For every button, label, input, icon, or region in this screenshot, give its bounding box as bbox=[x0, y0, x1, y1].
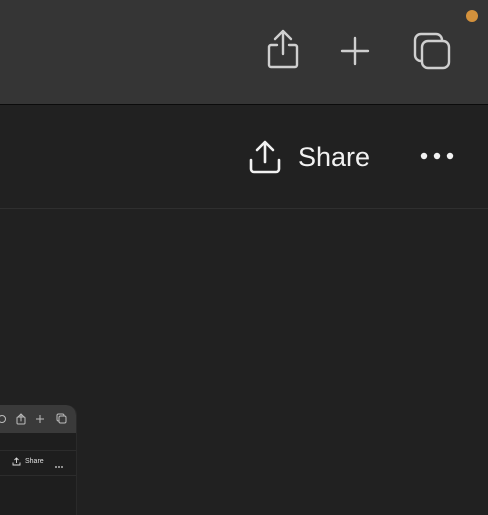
share-button[interactable]: Share bbox=[248, 137, 370, 177]
notification-dot bbox=[466, 10, 478, 22]
tab-thumbnail[interactable]: Share bbox=[0, 405, 77, 515]
header-divider bbox=[0, 208, 488, 209]
plus-icon[interactable] bbox=[340, 36, 370, 71]
thumbnail-more-button bbox=[54, 457, 64, 475]
thumbnail-plus-icon bbox=[36, 415, 44, 423]
thumbnail-upload-icon bbox=[12, 457, 21, 466]
thumbnail-toolbar bbox=[0, 405, 76, 433]
page-header bbox=[0, 105, 488, 208]
share-label: Share bbox=[298, 141, 371, 172]
share-icon[interactable] bbox=[266, 28, 300, 75]
more-options-button[interactable] bbox=[418, 144, 456, 168]
thumbnail-divider-bottom bbox=[0, 475, 76, 476]
ellipsis-icon bbox=[420, 152, 454, 160]
thumbnail-tabs-icon bbox=[56, 413, 67, 424]
thumbnail-share-label: Share bbox=[25, 458, 44, 465]
history-icon bbox=[0, 415, 6, 423]
thumbnail-divider-top bbox=[0, 450, 76, 451]
thumbnail-share-button: Share bbox=[12, 457, 44, 466]
upload-icon bbox=[248, 139, 282, 175]
thumbnail-share-icon bbox=[16, 413, 26, 425]
browser-toolbar bbox=[0, 0, 488, 105]
tabs-icon[interactable] bbox=[412, 31, 452, 76]
